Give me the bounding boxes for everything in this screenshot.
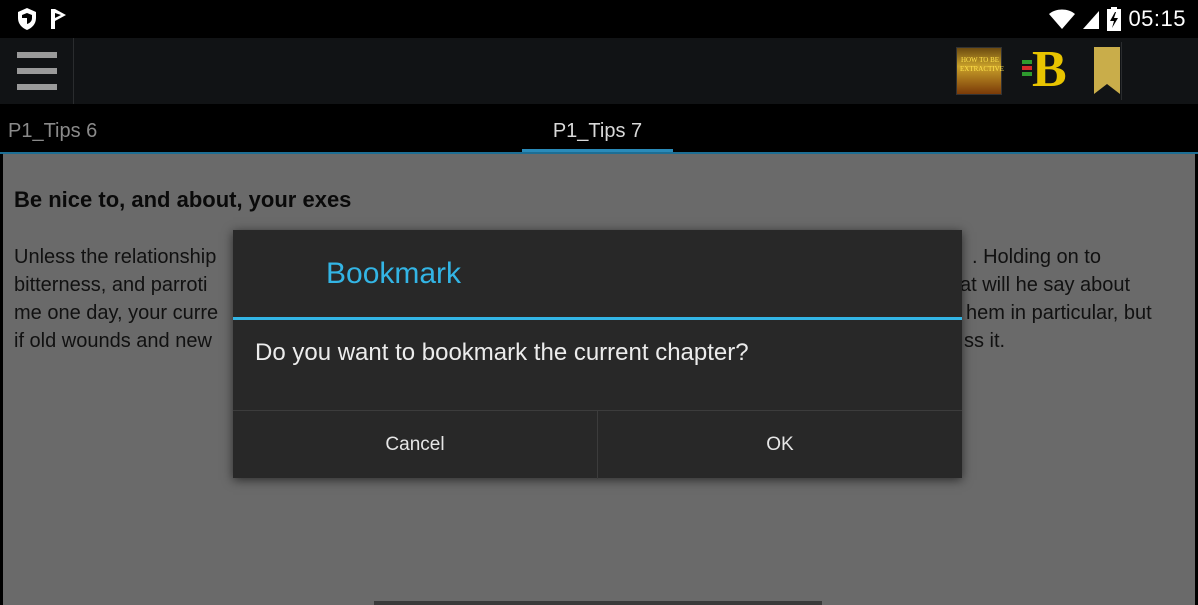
para-line-2-right: at will he say about: [960, 274, 1131, 296]
action-bar: HOW TO BE EXTRACTIVE B: [0, 38, 1198, 104]
battery-charging-icon: [1107, 7, 1122, 31]
dialog-title: Bookmark: [326, 257, 462, 290]
para-line-4-right: ss it.: [964, 330, 1006, 352]
action-bar-divider: [1121, 42, 1122, 100]
bookmark-icon[interactable]: [1092, 46, 1122, 96]
book-cover-title: HOW TO BE EXTRACTIVE: [960, 56, 1004, 73]
hamburger-icon: [16, 47, 57, 95]
fb-logo-icon[interactable]: B: [1022, 44, 1072, 96]
status-notifications: [16, 7, 70, 31]
action-icons: HOW TO BE EXTRACTIVE B: [956, 38, 1122, 104]
flag-icon: [51, 9, 66, 29]
chapter-tabs: P1_Tips 6 P1_Tips 7: [0, 104, 1198, 154]
book-cover-icon[interactable]: HOW TO BE EXTRACTIVE: [956, 47, 1004, 95]
bookmark-dialog: Bookmark Do you want to bookmark the cur…: [233, 230, 962, 479]
wifi-icon: [1049, 9, 1076, 29]
signal-icon: [1083, 11, 1100, 29]
cancel-button[interactable]: Cancel: [233, 411, 597, 479]
para-line-1-left: Unless the relationship: [14, 246, 217, 268]
dialog-button-bar: Cancel OK: [233, 410, 962, 479]
status-bar: 05:15: [0, 0, 1198, 38]
menu-button[interactable]: [0, 38, 74, 104]
dialog-title-divider: [233, 317, 962, 320]
scroll-indicator: [374, 601, 822, 605]
para-line-3-right: hem in particular, but: [966, 302, 1152, 324]
para-line-3-left: me one day, your curre: [14, 302, 219, 324]
para-line-4-left: if old wounds and new: [14, 330, 212, 352]
tab-current-label: P1_Tips 7: [552, 120, 643, 142]
para-line-1-right: . Holding on to: [972, 246, 1101, 268]
dialog-message: Do you want to bookmark the current chap…: [255, 339, 749, 366]
tab-current[interactable]: P1_Tips 7: [522, 104, 673, 154]
shield-icon: [18, 8, 36, 30]
status-system: 05:15: [1048, 6, 1186, 32]
article-heading: Be nice to, and about, your exes: [14, 187, 352, 212]
para-line-2-left: bitterness, and parroti: [14, 274, 208, 296]
ok-button[interactable]: OK: [598, 411, 962, 479]
tab-previous[interactable]: P1_Tips 6: [8, 120, 97, 143]
clock: 05:15: [1128, 6, 1186, 31]
